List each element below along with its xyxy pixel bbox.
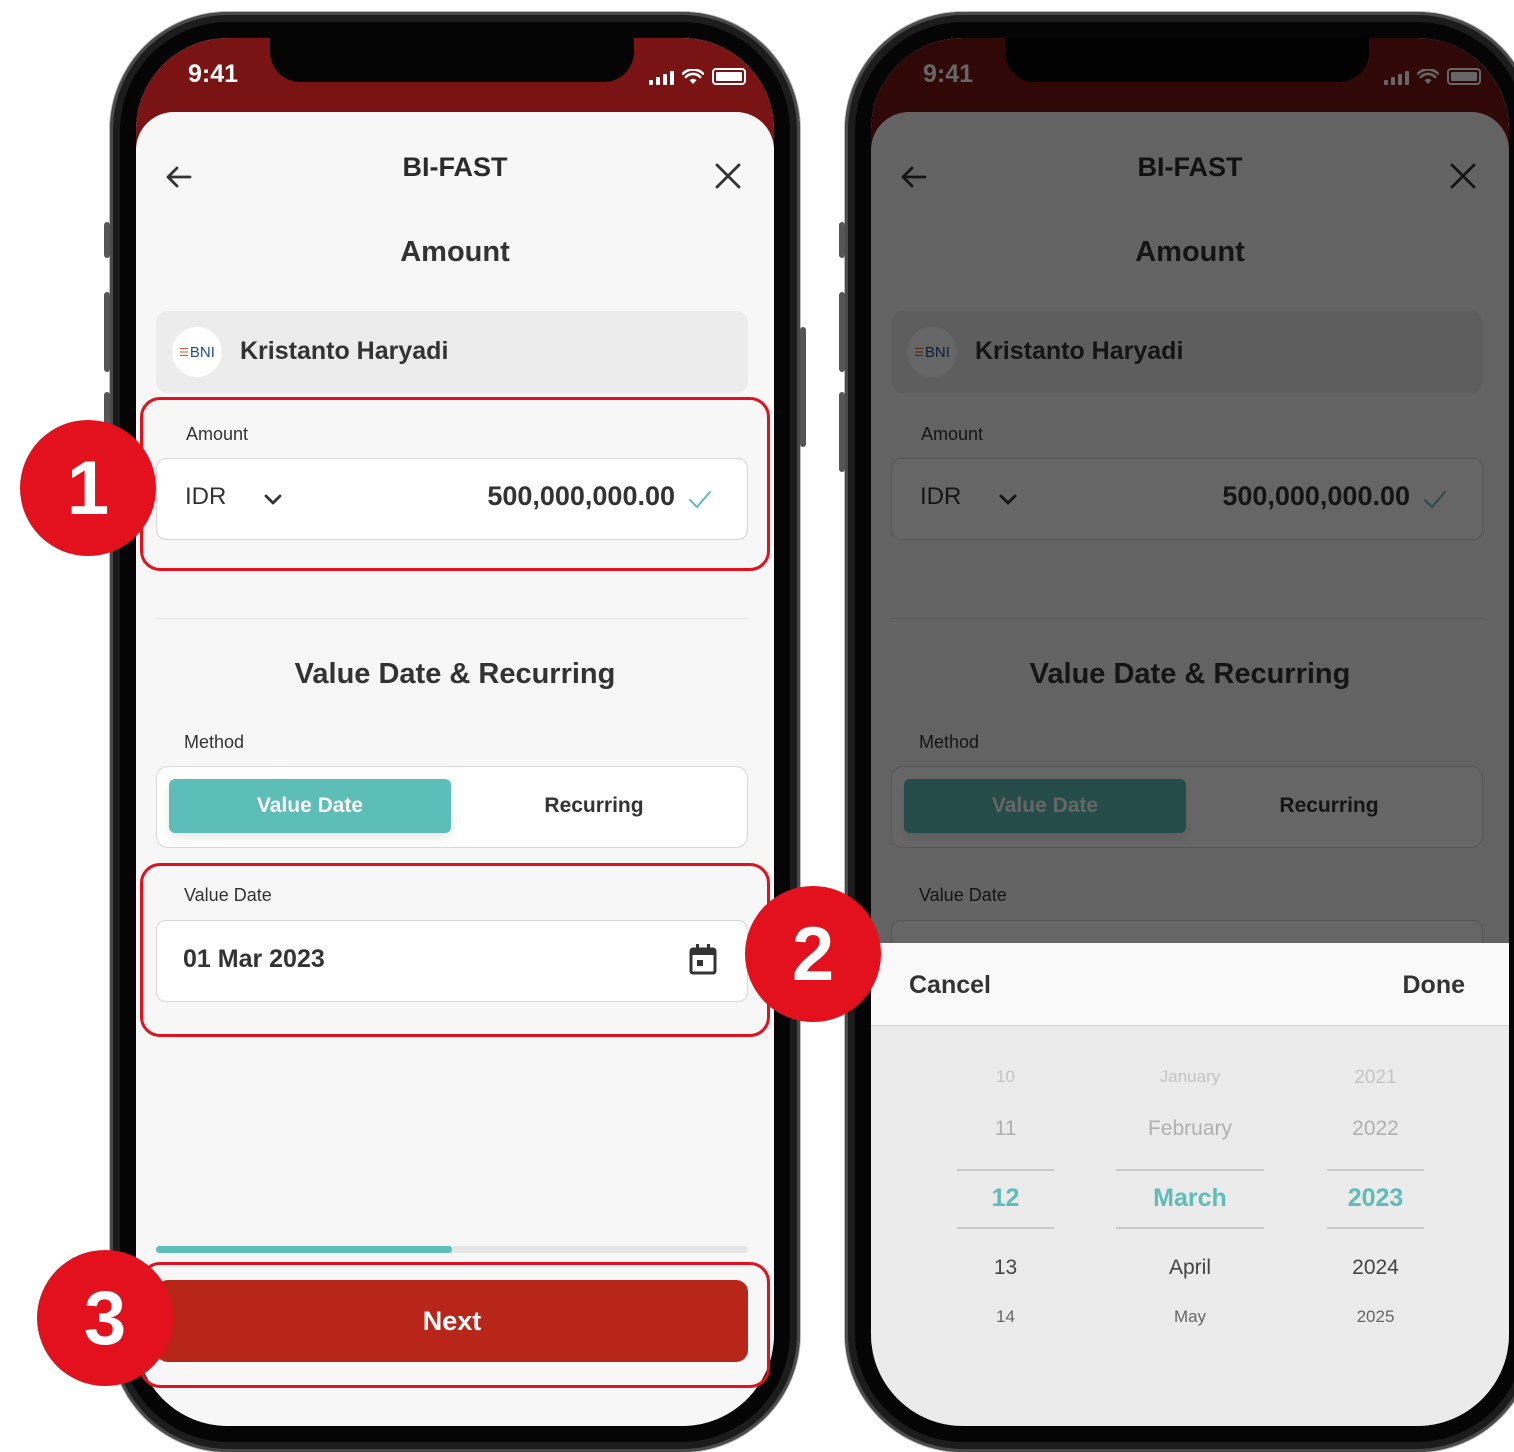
picker-option[interactable]: May	[1116, 1307, 1264, 1327]
day-wheel[interactable]: 10 11 12 13 14	[957, 1025, 1054, 1327]
power-button	[800, 327, 806, 447]
picker-option-selected[interactable]: March	[1116, 1184, 1264, 1213]
callout-box-next	[140, 1262, 770, 1388]
mute-switch	[839, 222, 845, 258]
picker-option[interactable]: 2022	[1327, 1117, 1424, 1141]
status-time: 9:41	[188, 60, 239, 88]
amount-section-title: Amount	[400, 236, 510, 268]
bank-logo: ☰BNI	[172, 327, 222, 377]
date-picker-sheet: Cancel Done 10 11 12 13 14 January Febru…	[871, 943, 1509, 1426]
picker-option[interactable]: 11	[957, 1117, 1054, 1141]
volume-up-button	[104, 292, 110, 372]
app-screen: 9:41 BI-FAST Amount ☰ BNI Kristanto Hary…	[136, 38, 774, 1426]
picker-option[interactable]: February	[1116, 1117, 1264, 1141]
date-picker-toolbar: Cancel Done	[871, 943, 1509, 1026]
selection-line	[1116, 1227, 1264, 1229]
recipient-card: ☰BNI Kristanto Haryadi	[156, 311, 748, 393]
method-toggle: Value Date Recurring	[156, 766, 748, 848]
picker-option-selected[interactable]: 2023	[1327, 1184, 1424, 1213]
phone-left: 9:41 BI-FAST Amount ☰ BNI Kristanto Hary…	[104, 12, 806, 1452]
selection-line	[957, 1227, 1054, 1229]
selection-line	[1327, 1169, 1424, 1171]
page-title: BI-FAST	[402, 152, 508, 182]
callout-badge-3: 3	[37, 1250, 173, 1386]
callout-badge-2: 2	[745, 886, 881, 1022]
picker-option[interactable]: 14	[957, 1307, 1054, 1327]
phone-right: 9:41 BI-FAST Amount	[839, 12, 1514, 1452]
picker-option[interactable]: 2024	[1327, 1256, 1424, 1280]
section-divider	[156, 618, 748, 619]
battery-icon	[712, 68, 746, 85]
method-label: Method	[184, 732, 245, 752]
selection-line	[1327, 1227, 1424, 1229]
mute-switch	[104, 222, 110, 258]
recipient-name: Kristanto Haryadi	[240, 337, 449, 365]
callout-box-value-date	[140, 863, 770, 1037]
picker-option[interactable]: 13	[957, 1256, 1054, 1280]
picker-option[interactable]: April	[1116, 1256, 1264, 1280]
picker-option[interactable]: 2025	[1327, 1307, 1424, 1327]
picker-option[interactable]: January	[1116, 1067, 1264, 1087]
done-button[interactable]: Done	[1403, 971, 1466, 1000]
selection-line	[1116, 1169, 1264, 1171]
signal-icon	[649, 71, 674, 85]
callout-box-amount	[140, 397, 770, 571]
transfer-form: BI-FAST Amount ☰BNI Kristanto Haryadi Am…	[136, 112, 774, 1426]
callout-badge-1: 1	[20, 420, 156, 556]
close-icon[interactable]	[714, 162, 742, 190]
month-wheel[interactable]: January February March April May	[1116, 1025, 1264, 1327]
picker-option[interactable]: 10	[957, 1067, 1054, 1087]
method-value-date-tab[interactable]: Value Date	[169, 779, 451, 833]
cancel-button[interactable]: Cancel	[909, 971, 991, 1000]
progress-fill	[156, 1246, 452, 1253]
picker-option[interactable]: 2021	[1327, 1067, 1424, 1089]
app-screen-datepicker: 9:41 BI-FAST Amount	[871, 38, 1509, 1426]
year-wheel[interactable]: 2021 2022 2023 2024 2025	[1327, 1025, 1424, 1327]
picker-option-selected[interactable]: 12	[957, 1184, 1054, 1213]
volume-down-button	[839, 392, 845, 472]
progress-bar	[156, 1246, 748, 1253]
volume-up-button	[839, 292, 845, 372]
value-date-section-title: Value Date & Recurring	[294, 658, 616, 690]
method-recurring-tab[interactable]: Recurring	[453, 779, 735, 833]
wifi-icon	[682, 69, 704, 84]
camera-notch	[270, 38, 634, 82]
selection-line	[957, 1169, 1054, 1171]
